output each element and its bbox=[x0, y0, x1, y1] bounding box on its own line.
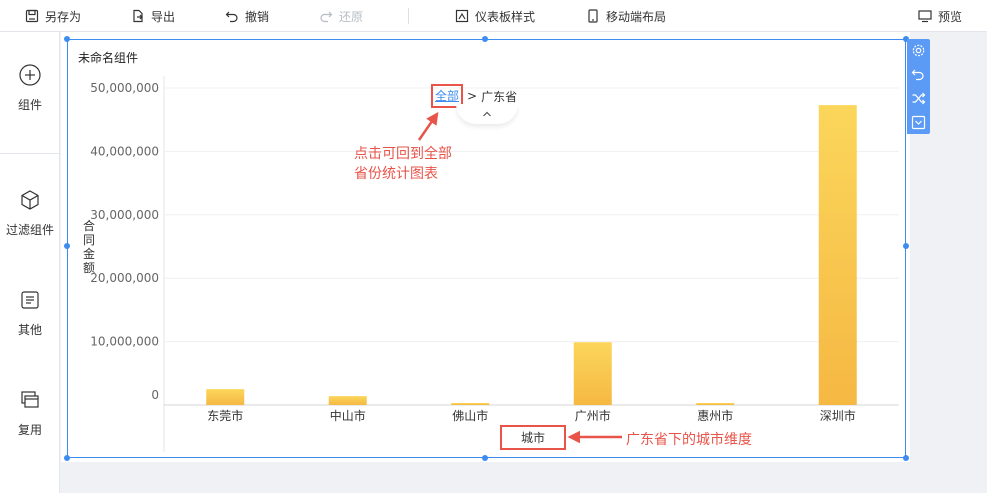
y-axis-title: 合同金额 bbox=[83, 218, 95, 275]
undo-label: 撤销 bbox=[245, 9, 270, 24]
widget-toolbar bbox=[907, 39, 930, 134]
x-tick-label: 中山市 bbox=[330, 408, 366, 423]
y-tick-label: 0 bbox=[151, 388, 159, 402]
top-toolbar: 另存为 导出 撤销 还原 仪表板样式 移动端布局 预览 bbox=[0, 0, 987, 32]
resize-handle-bottom[interactable] bbox=[482, 455, 488, 461]
sidebar-item-component[interactable]: 组件 bbox=[0, 64, 60, 113]
redo-button[interactable]: 还原 bbox=[319, 0, 363, 32]
y-tick-label: 30,000,000 bbox=[90, 208, 159, 222]
x-tick-label: 佛山市 bbox=[452, 408, 488, 423]
document-icon bbox=[21, 291, 39, 309]
sidebar-item-label: 复用 bbox=[17, 423, 42, 437]
sidebar-item-filter[interactable]: 过滤组件 bbox=[0, 189, 60, 238]
sidebar-item-label: 过滤组件 bbox=[5, 223, 54, 237]
export-icon bbox=[133, 9, 143, 23]
shuffle-icon bbox=[912, 92, 926, 105]
mobile-icon bbox=[588, 9, 598, 23]
sidebar-divider bbox=[0, 153, 60, 154]
y-tick-label: 50,000,000 bbox=[90, 81, 159, 95]
drill-up-annotation: 点击可回到全部 省份统计图表 bbox=[354, 144, 494, 184]
toolbar-divider bbox=[408, 8, 409, 24]
sidebar-item-label: 其他 bbox=[17, 323, 42, 337]
bar bbox=[451, 403, 490, 405]
preview-button[interactable]: 预览 bbox=[918, 0, 962, 32]
y-tick-label: 10,000,000 bbox=[90, 335, 159, 349]
resize-handle-right[interactable] bbox=[903, 243, 909, 249]
save-icon bbox=[25, 9, 39, 23]
export-label: 导出 bbox=[151, 9, 176, 24]
mobile-layout-button[interactable]: 移动端布局 bbox=[586, 0, 666, 32]
left-sidebar: 组件 过滤组件 其他 复用 bbox=[0, 32, 60, 493]
redo-icon bbox=[320, 11, 333, 23]
y-tick-label: 40,000,000 bbox=[90, 144, 159, 158]
sidebar-item-reuse[interactable]: 复用 bbox=[0, 389, 60, 438]
monitor-icon bbox=[918, 10, 932, 23]
resize-handle-top-left[interactable] bbox=[64, 36, 70, 42]
gear-icon bbox=[912, 44, 925, 57]
widget-undo-button[interactable] bbox=[911, 67, 926, 82]
palette-icon bbox=[455, 9, 469, 23]
annotation-line: 省份统计图表 bbox=[354, 166, 438, 182]
breadcrumb-current: 广东省 bbox=[481, 89, 518, 104]
undo-button[interactable]: 撤销 bbox=[225, 0, 269, 32]
cube-icon bbox=[21, 190, 39, 210]
breadcrumb-separator: > bbox=[467, 89, 478, 103]
x-tick-label: 广州市 bbox=[575, 408, 611, 423]
resize-handle-bottom-right[interactable] bbox=[903, 455, 909, 461]
preview-label: 预览 bbox=[938, 9, 963, 24]
x-tick-label: 东莞市 bbox=[207, 408, 243, 423]
resize-handle-top[interactable] bbox=[482, 36, 488, 42]
mobile-layout-label: 移动端布局 bbox=[606, 9, 667, 24]
save-as-button[interactable]: 另存为 bbox=[25, 0, 81, 32]
export-button[interactable]: 导出 bbox=[131, 0, 175, 32]
resize-handle-left[interactable] bbox=[64, 243, 70, 249]
sidebar-item-other[interactable]: 其他 bbox=[0, 289, 60, 338]
widget-more-button[interactable] bbox=[911, 115, 926, 130]
bar bbox=[328, 396, 367, 405]
redo-label: 还原 bbox=[339, 9, 364, 24]
dropdown-box-icon bbox=[911, 115, 926, 130]
undo-icon bbox=[911, 69, 924, 81]
undo-icon bbox=[225, 11, 238, 23]
plus-circle-icon bbox=[19, 64, 41, 86]
sidebar-item-label: 组件 bbox=[17, 98, 42, 112]
y-tick-label: 20,000,000 bbox=[90, 271, 159, 285]
bar bbox=[818, 105, 857, 406]
bar bbox=[206, 389, 245, 405]
bar bbox=[696, 403, 735, 405]
chevron-up-icon bbox=[483, 111, 491, 117]
x-axis-title: 城市 bbox=[500, 425, 566, 450]
x-tick-label: 惠州市 bbox=[697, 408, 733, 423]
annotation-line: 点击可回到全部 bbox=[354, 146, 452, 162]
resize-handle-bottom-left[interactable] bbox=[64, 455, 70, 461]
dashboard-style-label: 仪表板样式 bbox=[475, 9, 536, 24]
x-tick-label: 深圳市 bbox=[820, 408, 856, 423]
dashboard-style-button[interactable]: 仪表板样式 bbox=[455, 0, 535, 32]
save-as-label: 另存为 bbox=[45, 9, 82, 24]
widget-switch-button[interactable] bbox=[911, 91, 926, 106]
bar bbox=[573, 342, 612, 405]
layers-icon bbox=[21, 391, 39, 408]
widget-settings-button[interactable] bbox=[911, 43, 926, 58]
dimension-annotation: 广东省下的城市维度 bbox=[626, 432, 752, 448]
